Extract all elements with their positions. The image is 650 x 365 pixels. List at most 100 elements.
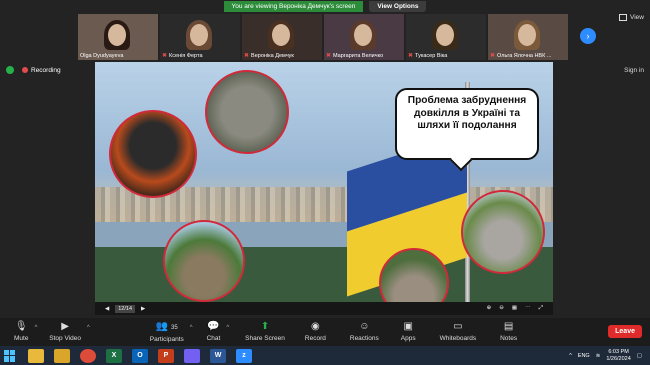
language-indicator[interactable]: ENG xyxy=(578,353,590,359)
mic-muted-icon: ✖ xyxy=(490,53,496,59)
sign-in-link[interactable]: Sign in xyxy=(624,67,644,74)
participant-name-row: ✖ Ольга Ялочна НВК ... xyxy=(490,52,552,60)
participant-tile[interactable]: ✖ Вероніка Демчук xyxy=(242,14,322,60)
view-options-button[interactable]: View Options xyxy=(369,0,427,12)
mic-muted-icon: ✖ xyxy=(162,53,168,59)
excel-icon[interactable]: X xyxy=(106,348,122,363)
chat-button[interactable]: 💬 Chat xyxy=(206,321,221,343)
leave-button[interactable]: Leave xyxy=(608,325,642,338)
taskbar-clock[interactable]: 6:03 PM 1/26/2024 xyxy=(606,349,630,363)
encryption-shield-icon[interactable] xyxy=(6,66,14,74)
participant-tile[interactable]: ✖ Ксенія Ферта xyxy=(160,14,240,60)
participant-name: Тукасер Віка xyxy=(415,52,448,59)
record-label: Record xyxy=(304,335,326,342)
top-banner: You are viewing Вероніка Демчук's screen… xyxy=(0,0,650,12)
reactions-button[interactable]: ☺ Reactions xyxy=(349,321,379,343)
participant-face xyxy=(108,24,126,46)
chrome-icon[interactable] xyxy=(80,348,96,363)
mic-muted-icon: ✖ xyxy=(244,53,250,59)
participants-icon: 👥 35 xyxy=(155,320,178,332)
participant-tile[interactable]: ✖ Ольга Ялочна НВК ... xyxy=(488,14,568,60)
participant-face xyxy=(190,24,208,46)
zoom-icon[interactable]: z xyxy=(236,348,252,363)
fullscreen-icon[interactable]: ⤢ xyxy=(539,305,543,312)
video-options-caret-icon[interactable]: ^ xyxy=(87,325,90,331)
grid-icon xyxy=(619,14,628,21)
reactions-label: Reactions xyxy=(349,335,379,342)
share-screen-label: Share Screen xyxy=(245,335,285,342)
reactions-icon: ☺ xyxy=(359,321,370,332)
participant-thumbnails: Olga Dyudyayeva ✖ Ксенія Ферта ✖ Вероніка … xyxy=(78,14,568,60)
file-explorer-icon[interactable] xyxy=(28,348,44,363)
participant-tile[interactable]: Olga Dyudyayeva xyxy=(78,14,158,60)
windows-taskbar: X O P W z ^ ENG ≋ 6:03 PM 1/26/2024 ▢ xyxy=(0,346,650,365)
factory-smoke-image xyxy=(205,70,289,154)
mute-button[interactable]: 🎙 Mute xyxy=(14,321,28,343)
participants-count: 35 xyxy=(171,324,178,331)
clock-date: 1/26/2024 xyxy=(606,355,631,362)
participants-button[interactable]: 👥 35 Participants xyxy=(149,320,184,343)
grid-view-icon[interactable]: ▦ xyxy=(512,305,517,312)
wifi-icon[interactable]: ≋ xyxy=(596,353,601,359)
participant-name: Ольга Ялочна НВК ... xyxy=(497,52,552,59)
stop-video-label: Stop Video xyxy=(49,335,81,342)
notes-icon: ▤ xyxy=(503,321,514,332)
next-page-arrow-icon[interactable]: › xyxy=(580,28,596,44)
participant-name-row: Olga Dyudyayeva xyxy=(80,53,123,59)
mute-options-caret-icon[interactable]: ^ xyxy=(34,325,37,331)
clock-time: 6:03 PM xyxy=(608,348,629,355)
participant-name: Olga Dyudyayeva xyxy=(80,53,124,59)
participants-label: Participants xyxy=(149,335,184,343)
smoke-pollution-image xyxy=(109,110,197,198)
participants-caret-icon[interactable]: ^ xyxy=(190,325,193,331)
apps-label: Apps xyxy=(400,335,416,342)
notifications-icon[interactable]: ▢ xyxy=(637,353,642,359)
participant-name: Вероніка Демчук xyxy=(251,52,294,59)
participant-tile[interactable]: ✖ Тукасер Віка xyxy=(406,14,486,60)
participant-face xyxy=(272,24,290,46)
apps-button[interactable]: ▣ Apps xyxy=(400,322,416,343)
folder-icon[interactable] xyxy=(54,348,70,363)
system-tray: ^ ENG ≋ 6:03 PM 1/26/2024 ▢ xyxy=(569,349,650,363)
notes-label: Notes xyxy=(500,335,518,342)
participant-name-row: ✖ Маргарита Величко xyxy=(326,52,384,60)
participant-name-row: ✖ Ксенія Ферта xyxy=(162,52,203,60)
record-button[interactable]: ◉ Record xyxy=(304,322,326,343)
viber-icon[interactable] xyxy=(184,348,200,363)
prev-slide-icon[interactable]: ◀ xyxy=(105,306,109,312)
view-button-label: View xyxy=(630,14,644,21)
chat-caret-icon[interactable]: ^ xyxy=(226,325,229,331)
chat-label: Chat xyxy=(206,335,221,342)
whiteboards-button[interactable]: ▭ Whiteboards xyxy=(439,321,477,343)
zoom-in-icon[interactable]: ⊕ xyxy=(487,305,492,312)
mic-muted-icon: ✖ xyxy=(326,53,332,59)
participant-tile[interactable]: ✖ Маргарита Величко xyxy=(324,14,404,60)
slide-page-indicator: 12/14 xyxy=(115,304,135,313)
outlook-icon[interactable]: O xyxy=(132,348,148,363)
chat-icon: 💬 xyxy=(207,321,220,332)
forest-litter-image xyxy=(461,190,545,274)
share-screen-button[interactable]: ⬆ Share Screen xyxy=(245,322,285,343)
zoom-out-icon[interactable]: ⊖ xyxy=(499,305,504,312)
mic-muted-icon: ✖ xyxy=(408,53,414,59)
notes-button[interactable]: ▤ Notes xyxy=(500,321,518,343)
whiteboards-label: Whiteboards xyxy=(439,335,477,342)
whiteboard-icon: ▭ xyxy=(453,321,463,332)
windows-start-icon[interactable] xyxy=(4,349,18,362)
more-icon[interactable]: ⋯ xyxy=(525,305,531,312)
participant-name: Маргарита Величко xyxy=(333,52,384,59)
garbage-dump-image xyxy=(163,220,245,302)
stop-video-button[interactable]: ▶ Stop Video xyxy=(49,321,81,343)
participant-face xyxy=(354,24,372,46)
next-slide-icon[interactable]: ▶ xyxy=(141,306,145,312)
slide-title-bubble: Проблема забруднення довкілля в Україні … xyxy=(395,88,539,160)
tray-expand-icon[interactable]: ^ xyxy=(569,353,572,359)
word-icon[interactable]: W xyxy=(210,348,226,363)
microphone-icon: 🎙 xyxy=(14,321,28,332)
recording-dot-icon xyxy=(22,67,28,73)
powerpoint-icon[interactable]: P xyxy=(158,348,174,363)
recording-label: Recording xyxy=(31,66,61,74)
view-button[interactable]: View xyxy=(619,14,644,21)
video-camera-icon: ▶ xyxy=(61,321,69,332)
slide-tools: ⊕ ⊖ ▦ ⋯ ⤢ xyxy=(487,305,543,312)
